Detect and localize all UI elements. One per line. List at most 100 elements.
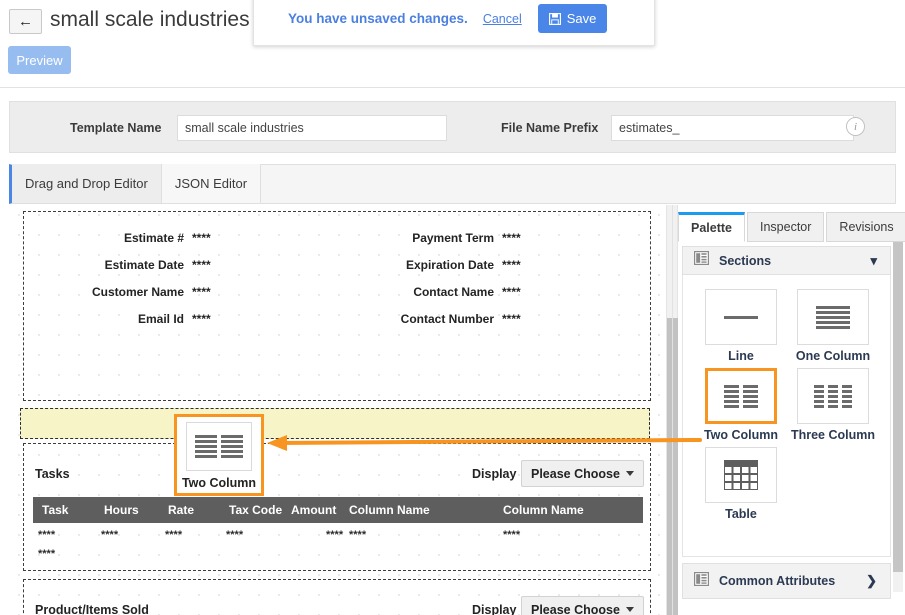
chevron-right-icon[interactable]: ❯ [866,573,877,589]
column-header-tax-code: Tax Code [229,503,283,517]
preview-button[interactable]: Preview [8,46,71,74]
file-name-prefix-label: File Name Prefix [501,121,599,135]
save-button[interactable]: Save [537,4,608,33]
sections-accordion-header[interactable]: Sections ▾ [682,246,891,275]
editor-tabs: Drag and Drop Editor JSON Editor [9,164,896,204]
tab-inspector[interactable]: Inspector [747,212,825,242]
cell-column-name-1: **** [349,529,367,541]
field-value-contact-name: **** [502,285,521,299]
palette-item-three-column[interactable]: Three Column [787,368,879,442]
cancel-link[interactable]: Cancel [483,12,522,26]
products-section-title: Product/Items Sold [35,603,149,615]
field-label-email-id: Email Id [137,312,184,326]
drag-drop-canvas[interactable]: Estimate # **** Estimate Date **** Custo… [9,205,664,615]
unsaved-changes-message: You have unsaved changes. [288,11,468,26]
palette-item-one-column[interactable]: One Column [787,289,879,363]
template-meta-bar: Template Name File Name Prefix [9,101,896,153]
cell-task: **** [38,548,56,560]
drop-target-zone[interactable] [20,408,650,439]
products-display-label: Display [472,603,517,615]
column-header-column-name-2: Column Name [503,503,584,517]
field-label-customer-name: Customer Name [91,285,184,299]
field-value-contact-number: **** [502,312,521,326]
palette-item-label: One Column [795,349,871,363]
field-label-contact-number: Contact Number [400,312,494,326]
field-label-contact-name: Contact Name [413,285,494,299]
field-label-estimate-number: Estimate # [123,231,184,245]
chevron-down-icon [625,471,634,476]
palette-item-table[interactable]: Table [695,447,787,521]
products-display-value: Please Choose [531,602,620,615]
column-header-column-name-1: Column Name [349,503,430,517]
right-panel-tabs: Palette Inspector Revisions [678,212,905,242]
field-value-customer-name: **** [192,285,211,299]
column-header-amount: Amount [291,503,337,517]
field-value-payment-term: **** [502,231,521,245]
cell-task: **** [38,529,56,541]
cell-rate: **** [165,529,183,541]
one-column-icon [797,289,869,345]
field-value-email-id: **** [192,312,211,326]
common-attributes-label: Common Attributes [719,574,836,588]
panel-divider [672,205,673,615]
products-display-select[interactable]: Please Choose [521,596,644,615]
cell-tax-code: **** [226,529,244,541]
field-label-expiration-date: Expiration Date [405,258,494,272]
tab-drag-and-drop-editor[interactable]: Drag and Drop Editor [12,164,162,203]
three-column-icon [797,368,869,424]
floppy-disk-icon [548,12,561,25]
tasks-display-label: Display [472,467,517,481]
info-icon[interactable]: i [846,117,865,136]
header-divider [0,87,905,88]
tab-json-editor[interactable]: JSON Editor [161,164,262,203]
tasks-display-select[interactable]: Please Choose [521,460,644,487]
two-column-icon [705,368,777,424]
cell-amount: **** [326,529,344,541]
column-header-hours: Hours [104,503,139,517]
sections-accordion-label: Sections [719,253,772,268]
page-title: small scale industries [50,8,250,31]
app-root: ← small scale industries Preview You hav… [0,0,905,615]
two-column-icon [186,422,252,471]
tab-revisions[interactable]: Revisions [826,212,905,242]
template-name-label: Template Name [70,121,162,135]
tasks-table-header: Task Hours Rate Tax Code Amount Column N… [33,497,643,523]
sections-palette-body: Line One Column Two Column Three Column … [682,275,891,557]
tasks-section[interactable]: Tasks Display Please Choose Task Hours R… [23,443,651,571]
palette-item-label: Two Column [703,428,779,442]
column-header-rate: Rate [168,503,195,517]
field-value-expiration-date: **** [502,258,521,272]
drag-ghost-two-column[interactable]: Two Column [174,414,264,496]
sections-grid-icon [694,571,710,591]
products-section[interactable]: Product/Items Sold Display Please Choose [23,579,651,615]
chevron-down-icon[interactable]: ▾ [870,253,877,269]
fields-section[interactable]: Estimate # **** Estimate Date **** Custo… [23,211,651,401]
back-arrow-icon[interactable]: ← [9,9,42,34]
field-label-payment-term: Payment Term [412,231,494,245]
unsaved-changes-toast: You have unsaved changes. Cancel Save [253,0,655,46]
file-name-prefix-input[interactable] [611,115,854,141]
tasks-section-title: Tasks [35,467,70,481]
cell-column-name-2: **** [503,529,521,541]
table-grid-icon [705,447,777,503]
drag-ghost-label: Two Column [181,476,257,490]
line-icon [705,289,777,345]
field-value-estimate-number: **** [192,231,211,245]
palette-item-line[interactable]: Line [695,289,787,363]
palette-item-two-column[interactable]: Two Column [695,368,787,442]
palette-item-label: Three Column [790,428,876,442]
cell-hours: **** [101,529,119,541]
palette-item-label: Table [725,507,757,521]
right-panel: Palette Inspector Revisions Sections ▾ L… [678,205,905,615]
template-name-input[interactable] [177,115,447,141]
tab-palette[interactable]: Palette [678,212,745,242]
save-button-label: Save [566,11,597,26]
tasks-display-value: Please Choose [531,466,620,481]
field-value-estimate-date: **** [192,258,211,272]
right-panel-scrollbar[interactable] [893,242,903,592]
right-panel-scrollbar-thumb[interactable] [893,242,903,572]
sections-grid-icon [694,251,710,270]
common-attributes-accordion-header[interactable]: Common Attributes ❯ [682,563,891,599]
chevron-down-icon [625,607,634,612]
palette-item-label: Line [728,349,754,363]
